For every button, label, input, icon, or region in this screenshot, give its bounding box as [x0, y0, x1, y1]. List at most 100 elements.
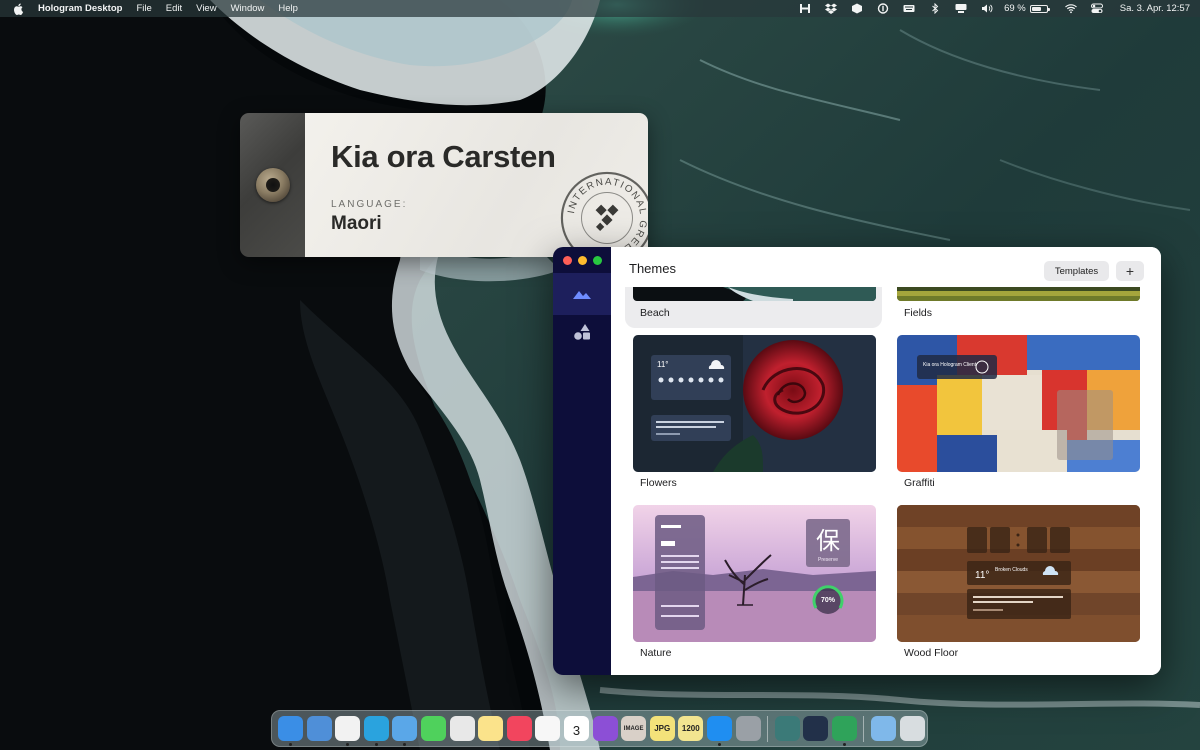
- cube-icon[interactable]: [844, 0, 870, 17]
- onepassword-icon[interactable]: [870, 0, 896, 17]
- menu-bar-clock[interactable]: Sa. 3. Apr. 12:57: [1120, 3, 1190, 14]
- theme-tile-beach[interactable]: Beach: [625, 287, 882, 328]
- telegram-icon[interactable]: [363, 716, 389, 746]
- volume-icon[interactable]: [974, 0, 1000, 17]
- theme-label-beach: Beach: [640, 307, 670, 319]
- add-theme-button[interactable]: +: [1116, 261, 1144, 281]
- affinity-icon[interactable]: [592, 716, 618, 741]
- theme-label-graffiti: Graffiti: [904, 477, 935, 489]
- tag-stub: [240, 113, 305, 257]
- window-title: Themes: [629, 261, 676, 276]
- theme-thumbnail-flowers: 11°: [633, 335, 876, 472]
- status-area: 69 % Sa. 3. Apr. 12:57: [792, 0, 1190, 17]
- menu-edit[interactable]: Edit: [166, 3, 182, 14]
- messages-icon[interactable]: [420, 716, 446, 741]
- battery-icon[interactable]: [1029, 4, 1050, 13]
- tag-grommet: [256, 168, 290, 202]
- music-icon[interactable]: [506, 716, 532, 741]
- app-store-icon[interactable]: [706, 716, 732, 746]
- zoom-button[interactable]: [593, 256, 602, 265]
- minimize-button[interactable]: [578, 256, 587, 265]
- svg-text:Kia ora Hologram Client: Kia ora Hologram Client: [923, 362, 977, 368]
- window-icon[interactable]: [306, 716, 332, 741]
- dock-icon-label: IMAGE: [623, 725, 644, 732]
- svg-text:11°: 11°: [975, 570, 989, 581]
- window-controls: [563, 256, 602, 265]
- window-sidebar: [553, 247, 611, 675]
- dock-separator: [863, 715, 865, 742]
- theme-thumbnail-fields: [897, 287, 1140, 301]
- running-indicator: [374, 743, 378, 746]
- theme-tile-graffiti[interactable]: Kia ora Hologram Client Graffiti: [889, 335, 1146, 495]
- notes-icon[interactable]: [478, 716, 504, 741]
- theme-thumbnail-beach: [633, 287, 876, 301]
- theme-tile-nature[interactable]: 保 Preserve 70% Nature: [625, 505, 882, 665]
- photos-icon[interactable]: [535, 716, 561, 741]
- international-greeting-stamp: INTERNATIONAL GREETING: [560, 171, 648, 257]
- hologram-app-icon[interactable]: [831, 716, 857, 746]
- control-center-icon[interactable]: [1084, 0, 1110, 17]
- svg-text:保: 保: [816, 527, 840, 555]
- dock-separator: [767, 715, 769, 742]
- theme-thumbnail-graffiti: Kia ora Hologram Client: [897, 335, 1140, 472]
- calendar-icon[interactable]: 3: [563, 716, 589, 741]
- theme-tile-wood-floor[interactable]: 11° Broken Clouds Wood Floor: [889, 505, 1146, 665]
- theme-tile-fields[interactable]: Fields: [889, 287, 1146, 328]
- templates-button[interactable]: Templates: [1044, 261, 1109, 281]
- running-indicator: [289, 743, 292, 746]
- chrome-icon[interactable]: [335, 716, 361, 746]
- tag-body: Kia ora Carsten LANGUAGE: Maori INTERNAT…: [305, 113, 648, 257]
- menu-window[interactable]: Window: [231, 3, 265, 14]
- theme-thumbnail-wood-floor: 11° Broken Clouds: [897, 505, 1140, 642]
- dock-icon-label: 1200: [681, 724, 700, 733]
- sidebar-item-themes[interactable]: [553, 273, 611, 315]
- svg-text:Broken Clouds: Broken Clouds: [995, 567, 1028, 573]
- themes-content: Themes Templates + Beach Fields 11° Flow…: [611, 247, 1161, 675]
- dock-icon-label: 3: [572, 723, 581, 738]
- running-indicator: [717, 743, 721, 746]
- menu-file[interactable]: File: [136, 3, 151, 14]
- theme-tile-flowers[interactable]: 11° Flowers: [625, 335, 882, 495]
- running-indicator: [346, 743, 350, 746]
- menu-view[interactable]: View: [196, 3, 216, 14]
- themes-window[interactable]: Themes Templates + Beach Fields 11° Flow…: [553, 247, 1161, 675]
- running-indicator: [842, 743, 846, 746]
- menu-bar: Hologram Desktop File Edit View Window H…: [0, 0, 1200, 17]
- battery-level: [1031, 6, 1042, 11]
- battery-percentage: 69 %: [1004, 3, 1026, 14]
- finder-icon[interactable]: [278, 716, 303, 746]
- active-app-name[interactable]: Hologram Desktop: [38, 3, 122, 14]
- brain-icon[interactable]: [774, 716, 800, 741]
- apple-logo-icon[interactable]: [14, 3, 24, 15]
- wifi-icon[interactable]: [1058, 0, 1084, 17]
- dock-icon-label: JPG: [654, 724, 671, 733]
- dropbox-icon[interactable]: [818, 0, 844, 17]
- jpg-icon[interactable]: JPG: [649, 716, 675, 741]
- theme-label-fields: Fields: [904, 307, 933, 319]
- prompt-icon[interactable]: [803, 716, 829, 741]
- keyboard-icon[interactable]: [896, 0, 922, 17]
- cloud-upload-icon[interactable]: [449, 716, 475, 741]
- menu-help[interactable]: Help: [278, 3, 298, 14]
- display-icon[interactable]: [948, 0, 974, 17]
- image-tool-icon[interactable]: IMAGE: [621, 716, 647, 741]
- system-preferences-icon[interactable]: [735, 716, 761, 741]
- running-indicator: [403, 743, 407, 746]
- applications-folder-icon[interactable]: [871, 716, 897, 741]
- svg-text:11°: 11°: [657, 360, 669, 369]
- theme-label-nature: Nature: [640, 647, 672, 659]
- resize-1200-icon[interactable]: 1200: [678, 716, 704, 741]
- sidebar-item-templates[interactable]: [553, 311, 611, 353]
- svg-text:70%: 70%: [821, 597, 836, 604]
- theme-thumbnail-nature: 保 Preserve 70%: [633, 505, 876, 642]
- tweetbot-icon[interactable]: [392, 716, 418, 746]
- shapes-icon: [574, 324, 590, 340]
- dock: 3 IMAGE JPG 1200: [271, 710, 928, 747]
- trash-icon[interactable]: [899, 716, 925, 741]
- close-button[interactable]: [563, 256, 572, 265]
- bluetooth-icon[interactable]: [922, 0, 948, 17]
- mountains-icon: [573, 291, 591, 299]
- hologram-icon[interactable]: [792, 0, 818, 17]
- svg-text:Preserve: Preserve: [818, 557, 838, 563]
- greeting-tag-widget[interactable]: Kia ora Carsten LANGUAGE: Maori INTERNAT…: [240, 113, 648, 257]
